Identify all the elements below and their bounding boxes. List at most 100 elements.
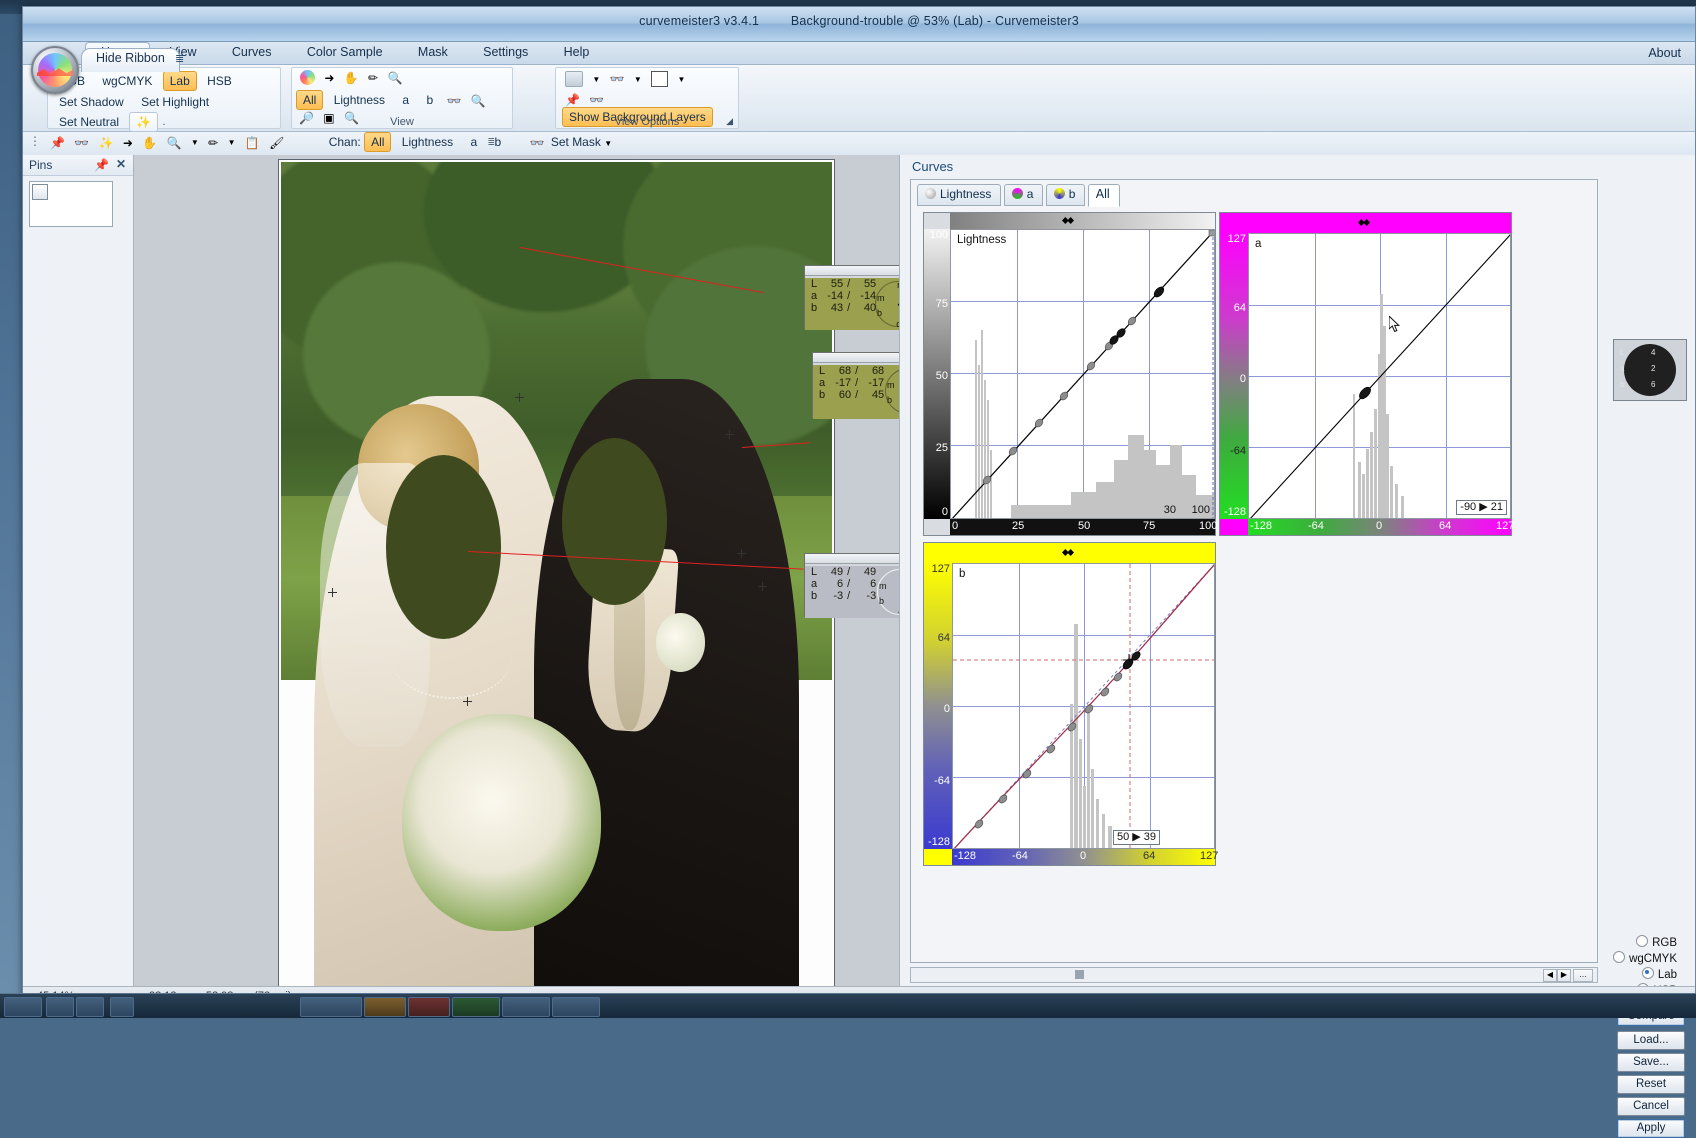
- taskbar-window-6[interactable]: [552, 997, 600, 1017]
- taskbar-item-2[interactable]: [76, 997, 104, 1017]
- cancel-button[interactable]: Cancel: [1617, 1097, 1685, 1116]
- curve-tab-all[interactable]: All: [1087, 184, 1120, 207]
- curve-tab-b[interactable]: b: [1045, 184, 1086, 206]
- b-plot[interactable]: b 50 ▶ 39: [952, 563, 1215, 849]
- glasses-icon[interactable]: 👓: [589, 93, 604, 107]
- layer-dropdown-chevron-icon[interactable]: ▼: [592, 75, 600, 84]
- sample-marker-2[interactable]: [724, 429, 734, 439]
- colorspace-wgcmyk[interactable]: wgCMYK: [95, 71, 159, 91]
- set-shadow-button[interactable]: Set Shadow: [52, 92, 131, 112]
- scroll-more-icon[interactable]: …: [1573, 969, 1593, 982]
- hand-tool-icon[interactable]: ✋: [344, 71, 359, 85]
- set-mask-chevron-icon[interactable]: ▼: [604, 139, 612, 148]
- tab-help[interactable]: Help: [548, 42, 606, 61]
- lightness-plot[interactable]: Lightness 30 100: [950, 229, 1215, 519]
- tab-settings[interactable]: Settings: [467, 42, 544, 61]
- hide-ribbon-button[interactable]: Hide Ribbon: [81, 48, 180, 72]
- curve-tool-icon[interactable]: [300, 70, 315, 86]
- lightness-curve-panel[interactable]: 100 75 50 25 0 0 25 50 75 100 Lightness …: [923, 212, 1217, 536]
- ribbon-options-chevron-icon[interactable]: ≣: [175, 52, 184, 65]
- zoom-in-icon[interactable]: 🔍: [471, 94, 486, 108]
- wand-icon-2[interactable]: ✨: [99, 136, 114, 150]
- zoom-dropdown-chevron-icon[interactable]: ▼: [191, 138, 199, 147]
- wheel-value-1: 4: [1651, 348, 1656, 357]
- glasses-icon-2[interactable]: 👓: [74, 136, 89, 150]
- scroll-thumb[interactable]: [1075, 970, 1084, 979]
- view-channel-lightness[interactable]: Lightness: [327, 90, 392, 110]
- wheel-label-L: L: [1620, 348, 1625, 357]
- eyedropper-tool-icon[interactable]: ✏: [368, 71, 378, 85]
- tab-mask[interactable]: Mask: [402, 42, 464, 61]
- zoom-tool-icon[interactable]: 🔍: [387, 71, 402, 85]
- ribbon-group-colorspace: RGB wgCMYK Lab HSB Set Shadow Set Highli…: [47, 67, 281, 132]
- chan-a[interactable]: a: [463, 132, 484, 152]
- eyedropper-dropdown-chevron-icon[interactable]: ▼: [228, 138, 236, 147]
- view-options-dialog-launcher-icon[interactable]: ◢: [726, 116, 733, 127]
- taskbar-window-2[interactable]: [364, 997, 406, 1017]
- mask-glasses-icon[interactable]: 👓: [446, 94, 461, 108]
- radio-rgb[interactable]: RGB: [1636, 935, 1677, 949]
- scroll-left-icon[interactable]: ◀: [1543, 969, 1557, 982]
- copy-icon[interactable]: 📋: [245, 136, 260, 150]
- set-mask-button[interactable]: Set Mask: [551, 135, 601, 149]
- mask-glasses-icon-3[interactable]: 👓: [530, 136, 545, 150]
- curve-tab-a[interactable]: a: [1003, 184, 1044, 206]
- hand-tool-icon-2[interactable]: ✋: [142, 136, 157, 150]
- mask-dropdown-chevron-icon[interactable]: ▼: [634, 75, 642, 84]
- curve-dropdown-chevron-icon[interactable]: ▼: [678, 75, 686, 84]
- taskbar-item-1[interactable]: [46, 997, 74, 1017]
- toolbar-overflow-icon[interactable]: ≣: [487, 137, 495, 148]
- chan-all[interactable]: All: [364, 132, 392, 152]
- save-button[interactable]: Save...: [1617, 1053, 1685, 1072]
- arrow-cursor-icon[interactable]: ➜: [324, 71, 334, 85]
- brush-icon[interactable]: 🖌: [269, 136, 284, 150]
- curve-thumb-icon[interactable]: [651, 71, 669, 87]
- toolbar-grip[interactable]: ⋮: [29, 134, 41, 148]
- colorspace-lab[interactable]: Lab: [162, 71, 197, 91]
- arrow-cursor-icon-2[interactable]: ➜: [123, 136, 133, 150]
- pin-tool-icon[interactable]: 📌: [565, 93, 580, 107]
- taskbar-item-3[interactable]: [110, 997, 134, 1017]
- sample-marker-1[interactable]: [515, 392, 525, 402]
- tab-color-sample[interactable]: Color Sample: [291, 42, 399, 61]
- a-xtick-m128: -128: [1250, 520, 1273, 532]
- about-link[interactable]: About: [1648, 46, 1681, 60]
- scroll-right-icon[interactable]: ▶: [1557, 969, 1571, 982]
- b-xtick-127: 127: [1200, 850, 1219, 862]
- b-curve-panel[interactable]: 127 64 0 -64 -128 -128 -64 0 64 127 b 50…: [923, 542, 1219, 866]
- eyedropper-icon-2[interactable]: ✏: [208, 136, 218, 150]
- taskbar-window-3[interactable]: [408, 997, 450, 1017]
- a-plot[interactable]: a -90 ▶ 21: [1248, 233, 1511, 519]
- taskbar-window-1[interactable]: [300, 997, 362, 1017]
- taskbar-window-4[interactable]: [452, 997, 500, 1017]
- sample-marker-6[interactable]: [462, 697, 472, 707]
- close-icon[interactable]: ✕: [116, 157, 126, 171]
- taskbar-start-button[interactable]: [4, 997, 42, 1017]
- view-channel-b[interactable]: b: [419, 90, 440, 110]
- lab-wheel-widget[interactable]: L a b 4 2 6: [1613, 339, 1687, 401]
- chan-lightness[interactable]: Lightness: [395, 132, 460, 152]
- radio-wgcmyk[interactable]: wgCMYK: [1613, 951, 1677, 965]
- view-channel-a[interactable]: a: [395, 90, 416, 110]
- a-curve-panel[interactable]: 127 64 0 -64 -128 -128 -64 0 64 127 a -9…: [1219, 212, 1514, 536]
- zoom-tool-icon-2[interactable]: 🔍: [167, 136, 182, 150]
- colorspace-hsb[interactable]: HSB: [200, 71, 239, 91]
- set-highlight-button[interactable]: Set Highlight: [134, 92, 216, 112]
- mask-icon[interactable]: 👓: [610, 72, 625, 86]
- layer-thumb-icon[interactable]: [565, 71, 583, 87]
- load-button[interactable]: Load...: [1617, 1031, 1685, 1050]
- apply-button[interactable]: Apply: [1617, 1119, 1685, 1138]
- photo-canvas[interactable]: [278, 159, 835, 1001]
- pin-tool-icon-2[interactable]: 📌: [50, 136, 65, 150]
- sample-marker-4[interactable]: [757, 581, 767, 591]
- sample-marker-3[interactable]: [737, 549, 747, 559]
- view-channel-all[interactable]: All: [296, 90, 324, 110]
- curves-horizontal-scrollbar[interactable]: ◀ ▶ …: [910, 967, 1598, 983]
- radio-lab[interactable]: Lab: [1641, 967, 1677, 981]
- taskbar-window-5[interactable]: [502, 997, 550, 1017]
- tab-curves[interactable]: Curves: [216, 42, 288, 61]
- curve-tab-lightness[interactable]: Lightness: [917, 184, 1002, 206]
- pin-panel-icon[interactable]: 📌: [94, 158, 109, 172]
- sample-marker-5[interactable]: [328, 588, 338, 598]
- reset-button[interactable]: Reset: [1617, 1075, 1685, 1094]
